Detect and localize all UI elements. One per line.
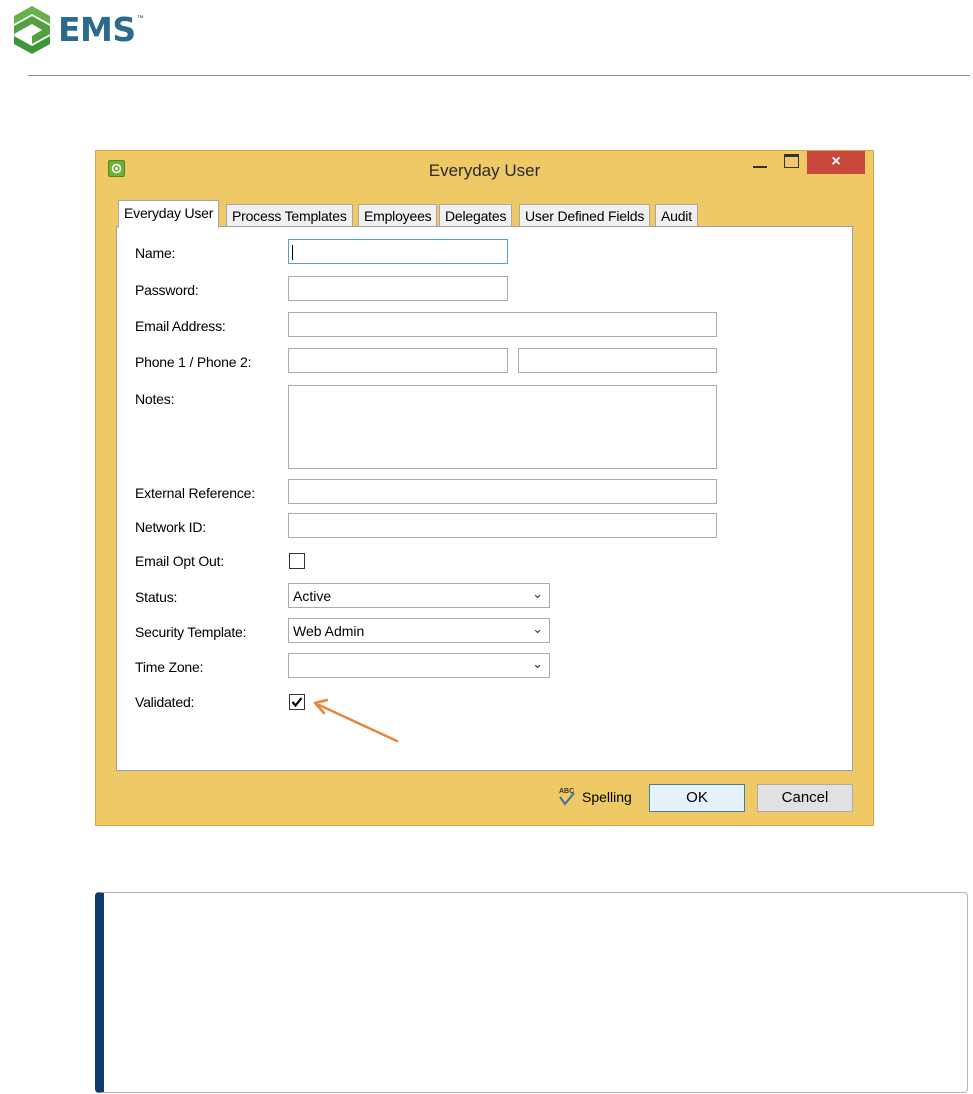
validated-checkbox[interactable]	[289, 694, 305, 710]
chevron-down-icon: ⌄	[532, 621, 543, 636]
tab-user-defined-fields[interactable]: User Defined Fields	[519, 204, 651, 227]
name-input[interactable]	[288, 239, 508, 264]
maximize-button[interactable]	[779, 151, 805, 175]
cancel-button[interactable]: Cancel	[757, 784, 853, 812]
tab-panel-everyday-user: Name: Password: Email Address: Phone 1 /…	[116, 226, 853, 771]
minimize-button[interactable]	[747, 151, 773, 175]
chevron-down-icon: ⌄	[532, 586, 543, 601]
password-input[interactable]	[288, 276, 508, 301]
status-value: Active	[293, 588, 332, 604]
tab-delegates[interactable]: Delegates	[439, 204, 513, 227]
notes-textarea[interactable]	[288, 385, 717, 469]
ems-chevron-logo-icon	[14, 6, 50, 54]
phone-label: Phone 1 / Phone 2:	[135, 354, 252, 370]
status-select[interactable]: Active ⌄	[288, 583, 550, 608]
everyday-user-window: Everyday User × Everyday User Process Te…	[95, 150, 874, 826]
name-label: Name:	[135, 245, 176, 261]
notes-label: Notes:	[135, 391, 175, 407]
time-zone-label: Time Zone:	[135, 659, 204, 675]
phone2-input[interactable]	[518, 348, 717, 373]
ems-logo[interactable]: EMS ™	[10, 4, 144, 56]
spelling-label: Spelling	[582, 789, 632, 805]
tab-everyday-user[interactable]: Everyday User	[118, 200, 220, 228]
tab-audit[interactable]: Audit	[655, 204, 698, 227]
external-reference-label: External Reference:	[135, 485, 255, 501]
security-template-value: Web Admin	[293, 623, 365, 639]
time-zone-select[interactable]: ⌄	[288, 653, 550, 678]
security-template-label: Security Template:	[135, 624, 247, 640]
validated-label: Validated:	[135, 694, 195, 710]
chevron-down-icon: ⌄	[532, 656, 543, 671]
network-id-label: Network ID:	[135, 519, 206, 535]
tab-process-templates[interactable]: Process Templates	[226, 204, 353, 227]
security-template-select[interactable]: Web Admin ⌄	[288, 618, 550, 643]
email-opt-out-checkbox[interactable]	[289, 553, 305, 569]
annotation-arrow-icon	[313, 698, 399, 743]
trademark-mark: ™	[136, 14, 144, 22]
external-reference-input[interactable]	[288, 479, 717, 504]
page-header: EMS ™	[0, 0, 973, 78]
brand-name: EMS	[58, 10, 136, 49]
title-bar[interactable]: Everyday User ×	[96, 151, 873, 191]
spell-check-icon: ABC	[559, 788, 575, 806]
tab-employees[interactable]: Employees	[358, 204, 438, 227]
email-address-label: Email Address:	[135, 318, 226, 334]
email-opt-out-label: Email Opt Out:	[135, 553, 225, 569]
close-button[interactable]: ×	[807, 151, 865, 174]
network-id-input[interactable]	[288, 513, 717, 538]
checkmark-icon	[291, 697, 303, 708]
spelling-button[interactable]: ABC Spelling	[556, 785, 632, 809]
close-icon: ×	[831, 153, 841, 170]
header-divider	[28, 75, 970, 76]
ok-button[interactable]: OK	[649, 784, 745, 812]
password-label: Password:	[135, 282, 199, 298]
status-label: Status:	[135, 589, 178, 605]
svg-text:ABC: ABC	[559, 788, 574, 795]
text-caret	[292, 244, 293, 260]
email-address-input[interactable]	[288, 312, 717, 337]
phone1-input[interactable]	[288, 348, 508, 373]
note-callout-box	[95, 892, 968, 1093]
